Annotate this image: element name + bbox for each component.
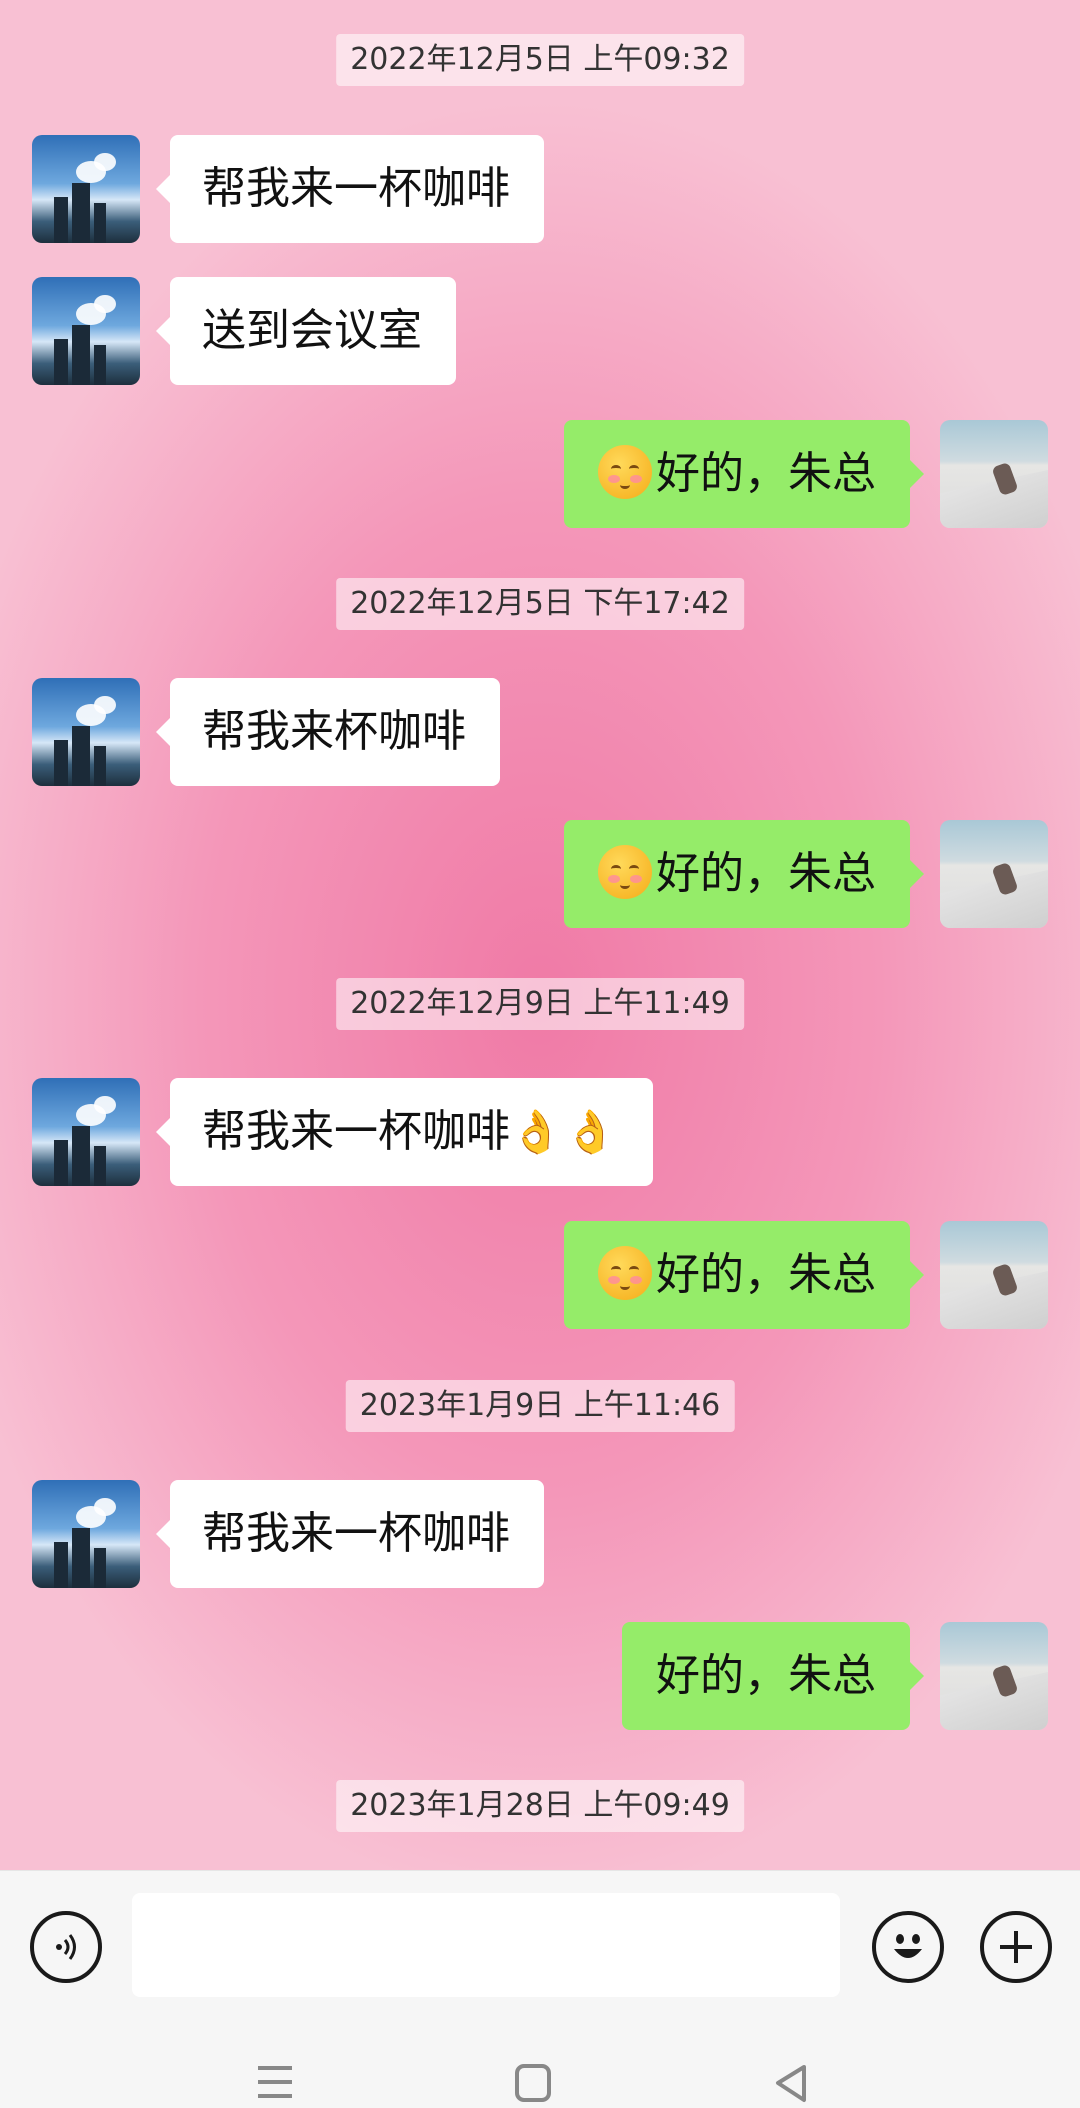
message-text: 好的，朱总 [656, 848, 876, 899]
contact-avatar[interactable] [32, 1078, 140, 1186]
timestamp: 2023年1月9日 上午11:46 [345, 1380, 735, 1432]
contact-avatar[interactable] [32, 135, 140, 243]
my-avatar[interactable] [940, 420, 1048, 528]
input-bar [0, 1870, 1080, 2021]
chat-area[interactable]: 2022年12月5日 上午09:32 帮我来一杯咖啡 送到会议室 好的，朱总 2… [0, 0, 1080, 1870]
incoming-message[interactable]: 帮我来一杯咖啡 [156, 135, 544, 243]
message-text: 好的，朱总 [656, 448, 876, 499]
incoming-message[interactable]: 帮我来一杯咖啡👌👌 [156, 1078, 653, 1186]
smiling-face-icon [598, 1246, 652, 1300]
message-input[interactable] [132, 1893, 840, 1997]
timestamp: 2023年1月28日 上午09:49 [336, 1780, 744, 1832]
message-text: 帮我来一杯咖啡 [202, 1508, 510, 1559]
system-nav-bar [0, 2020, 1080, 2107]
contact-avatar[interactable] [32, 1480, 140, 1588]
incoming-message[interactable]: 送到会议室 [156, 277, 456, 385]
menu-icon[interactable] [256, 2064, 294, 2108]
incoming-message[interactable]: 帮我来杯咖啡 [156, 678, 500, 786]
plus-icon[interactable] [980, 1911, 1052, 1983]
my-avatar[interactable] [940, 1622, 1048, 1730]
my-avatar[interactable] [940, 820, 1048, 928]
timestamp: 2022年12月9日 上午11:49 [336, 978, 744, 1030]
contact-avatar[interactable] [32, 277, 140, 385]
ok-hand-emoji: 👌👌 [510, 1107, 619, 1156]
home-icon[interactable] [514, 2064, 552, 2108]
smiling-face-icon [598, 445, 652, 499]
message-text: 好的，朱总 [656, 1249, 876, 1300]
message-text: 帮我来杯咖啡 [202, 706, 466, 757]
outgoing-message[interactable]: 好的，朱总 [622, 1622, 924, 1730]
timestamp: 2022年12月5日 上午09:32 [336, 34, 744, 86]
message-text: 帮我来一杯咖啡 [202, 1106, 510, 1157]
message-text: 送到会议室 [202, 305, 422, 356]
back-icon[interactable] [772, 2064, 810, 2108]
contact-avatar[interactable] [32, 678, 140, 786]
outgoing-message[interactable]: 好的，朱总 [564, 1221, 924, 1329]
timestamp: 2022年12月5日 下午17:42 [336, 578, 744, 630]
message-text: 帮我来一杯咖啡 [202, 163, 510, 214]
voice-icon[interactable] [30, 1911, 102, 1983]
outgoing-message[interactable]: 好的，朱总 [564, 820, 924, 928]
my-avatar[interactable] [940, 1221, 1048, 1329]
emoji-icon[interactable] [872, 1911, 944, 1983]
smiling-face-icon [598, 845, 652, 899]
outgoing-message[interactable]: 好的，朱总 [564, 420, 924, 528]
incoming-message[interactable]: 帮我来一杯咖啡 [156, 1480, 544, 1588]
message-text: 好的，朱总 [656, 1650, 876, 1701]
